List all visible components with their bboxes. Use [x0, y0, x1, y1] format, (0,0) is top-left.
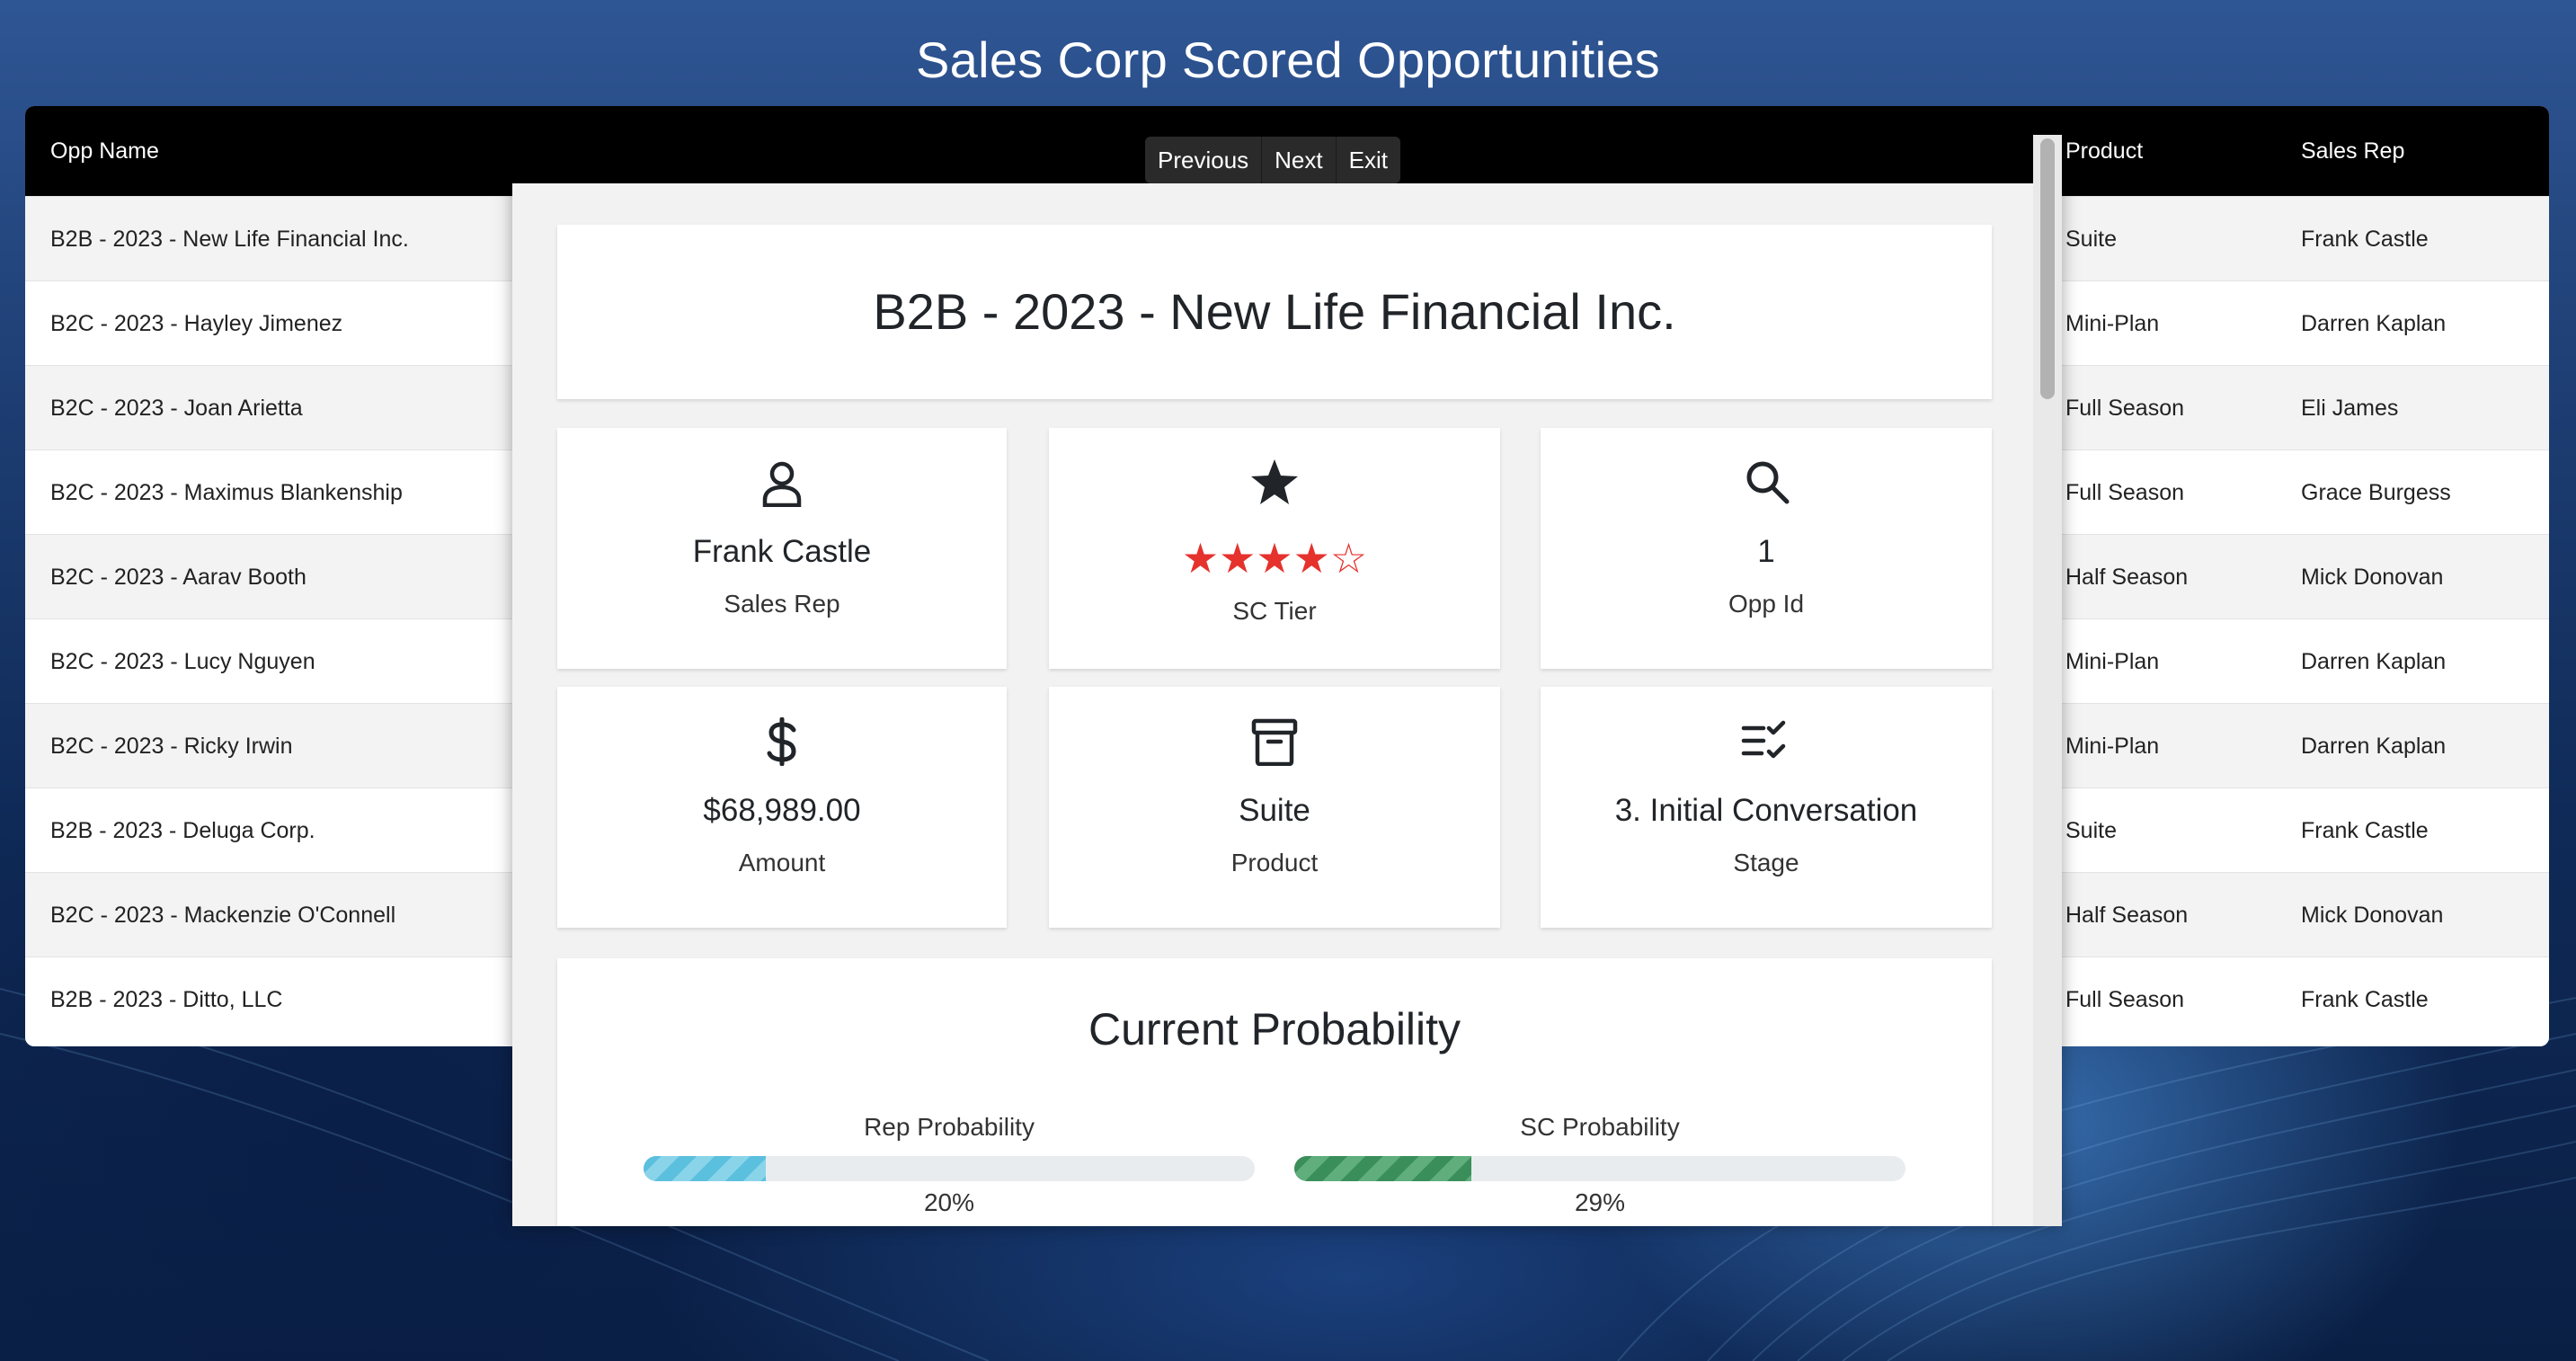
- sales-rep-label: Sales Rep: [724, 590, 840, 618]
- cell-sales-rep: Frank Castle: [2301, 987, 2429, 1012]
- checklist-icon: [1741, 720, 1786, 759]
- cell-product: Full Season: [2065, 480, 2185, 505]
- cell-sales-rep: Darren Kaplan: [2301, 311, 2447, 336]
- opp-title: B2B - 2023 - New Life Financial Inc.: [873, 283, 1676, 340]
- product-card: Suite Product: [1049, 687, 1500, 928]
- star-filled-icon: ★: [1181, 535, 1220, 582]
- opp-id-value: 1: [1757, 534, 1775, 569]
- stage-card: 3. Initial Conversation Stage: [1541, 687, 1992, 928]
- opp-id-card: 1 Opp Id: [1541, 428, 1992, 669]
- opp-id-label: Opp Id: [1728, 590, 1805, 618]
- cell-sales-rep: Frank Castle: [2301, 818, 2429, 843]
- cell-product: Mini-Plan: [2065, 311, 2160, 336]
- sales-rep-card: Frank Castle Sales Rep: [557, 428, 1007, 669]
- cell-opp-name: B2B - 2023 - Ditto, LLC: [50, 987, 283, 1012]
- amount-value: $68,989.00: [703, 793, 861, 828]
- rep-probability-fill: [644, 1156, 766, 1181]
- star-filled-icon: ★: [1292, 535, 1330, 582]
- dollar-icon: [767, 717, 796, 766]
- stage-value: 3. Initial Conversation: [1614, 793, 1918, 828]
- sc-probability-value: 29%: [1574, 1188, 1626, 1216]
- cell-opp-name: B2C - 2023 - Aarav Booth: [50, 565, 306, 590]
- rep-probability-bar: [644, 1156, 1255, 1181]
- cell-opp-name: B2B - 2023 - New Life Financial Inc.: [50, 227, 409, 252]
- sc-probability-fill: [1294, 1156, 1472, 1181]
- cell-sales-rep: Mick Donovan: [2301, 903, 2444, 928]
- cell-product: Half Season: [2065, 565, 2189, 590]
- rep-probability-label: Rep Probability: [864, 1113, 1035, 1141]
- cell-opp-name: B2C - 2023 - Maximus Blankenship: [50, 480, 403, 505]
- next-button[interactable]: Next: [1261, 137, 1335, 183]
- opp-title-card: B2B - 2023 - New Life Financial Inc.: [557, 225, 1992, 399]
- star-filled-icon: ★: [1256, 535, 1293, 582]
- cell-product: Mini-Plan: [2065, 734, 2160, 759]
- sc-tier-rating: ★★★★☆: [1049, 534, 1500, 583]
- amount-label: Amount: [738, 849, 826, 876]
- cell-sales-rep: Eli James: [2301, 396, 2399, 421]
- column-header-opp-name[interactable]: Opp Name: [50, 106, 159, 196]
- archive-box-icon: [1251, 718, 1298, 766]
- cell-sales-rep: Mick Donovan: [2301, 565, 2444, 590]
- sc-tier-label: SC Tier: [1232, 597, 1317, 625]
- modal-scrollbar[interactable]: [2033, 135, 2062, 1226]
- cell-opp-name: B2B - 2023 - Deluga Corp.: [50, 818, 315, 843]
- star-empty-icon: ☆: [1329, 535, 1368, 582]
- person-icon: [762, 461, 802, 507]
- probability-title: Current Probability: [1088, 1004, 1461, 1054]
- column-header-product[interactable]: Product: [2065, 106, 2143, 196]
- exit-button[interactable]: Exit: [1335, 137, 1400, 183]
- column-header-sales-rep[interactable]: Sales Rep: [2301, 106, 2404, 196]
- cell-sales-rep: Darren Kaplan: [2301, 649, 2447, 674]
- cell-opp-name: B2C - 2023 - Mackenzie O'Connell: [50, 903, 396, 928]
- previous-button[interactable]: Previous: [1145, 137, 1261, 183]
- page-title: Sales Corp Scored Opportunities: [916, 31, 1660, 88]
- star-filled-icon: ★: [1219, 535, 1257, 582]
- scrollbar-thumb[interactable]: [2040, 138, 2055, 399]
- probability-card: Current Probability Rep Probability 20% …: [557, 958, 1992, 1226]
- cell-product: Suite: [2065, 227, 2117, 252]
- star-icon: [1251, 459, 1298, 504]
- sales-rep-value: Frank Castle: [692, 534, 872, 569]
- cell-sales-rep: Frank Castle: [2301, 227, 2429, 252]
- rep-probability-value: 20%: [923, 1188, 975, 1216]
- cell-opp-name: B2C - 2023 - Joan Arietta: [50, 396, 303, 421]
- product-value: Suite: [1239, 793, 1310, 828]
- cell-opp-name: B2C - 2023 - Lucy Nguyen: [50, 649, 315, 674]
- cell-product: Suite: [2065, 818, 2117, 843]
- modal-nav-group: Previous Next Exit: [1145, 137, 1400, 183]
- cell-sales-rep: Darren Kaplan: [2301, 734, 2447, 759]
- cell-sales-rep: Grace Burgess: [2301, 480, 2451, 505]
- cell-opp-name: B2C - 2023 - Hayley Jimenez: [50, 311, 343, 336]
- sc-tier-card: ★★★★☆ SC Tier: [1049, 428, 1500, 669]
- cell-product: Half Season: [2065, 903, 2189, 928]
- cell-product: Full Season: [2065, 396, 2185, 421]
- sc-probability-bar: [1294, 1156, 1905, 1181]
- product-label: Product: [1230, 849, 1319, 876]
- modal-toolbar: Previous Next Exit: [512, 135, 2033, 183]
- opportunity-detail-modal: Previous Next Exit B2B - 2023 - New Life…: [512, 135, 2062, 1226]
- cell-opp-name: B2C - 2023 - Ricky Irwin: [50, 734, 293, 759]
- amount-card: $68,989.00 Amount: [557, 687, 1007, 928]
- stage-label: Stage: [1733, 849, 1799, 876]
- cell-product: Mini-Plan: [2065, 649, 2160, 674]
- cell-product: Full Season: [2065, 987, 2185, 1012]
- sc-probability-label: SC Probability: [1520, 1113, 1680, 1141]
- search-icon: [1746, 461, 1790, 504]
